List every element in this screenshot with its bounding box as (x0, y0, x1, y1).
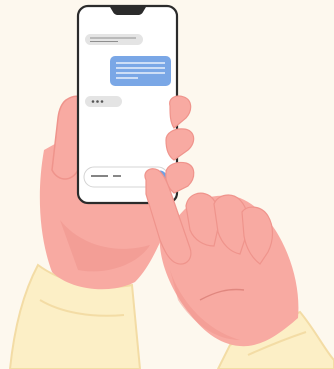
left-fingers (165, 95, 195, 194)
typing-dot (91, 100, 95, 103)
incoming-message-bubble (85, 34, 143, 45)
phone-notch (110, 7, 146, 15)
typing-dot (96, 100, 99, 103)
outgoing-message-bubble (110, 56, 171, 86)
hands-holding-phone-illustration (0, 0, 334, 369)
typing-dot (100, 100, 104, 103)
typing-indicator-bubble (85, 96, 122, 107)
